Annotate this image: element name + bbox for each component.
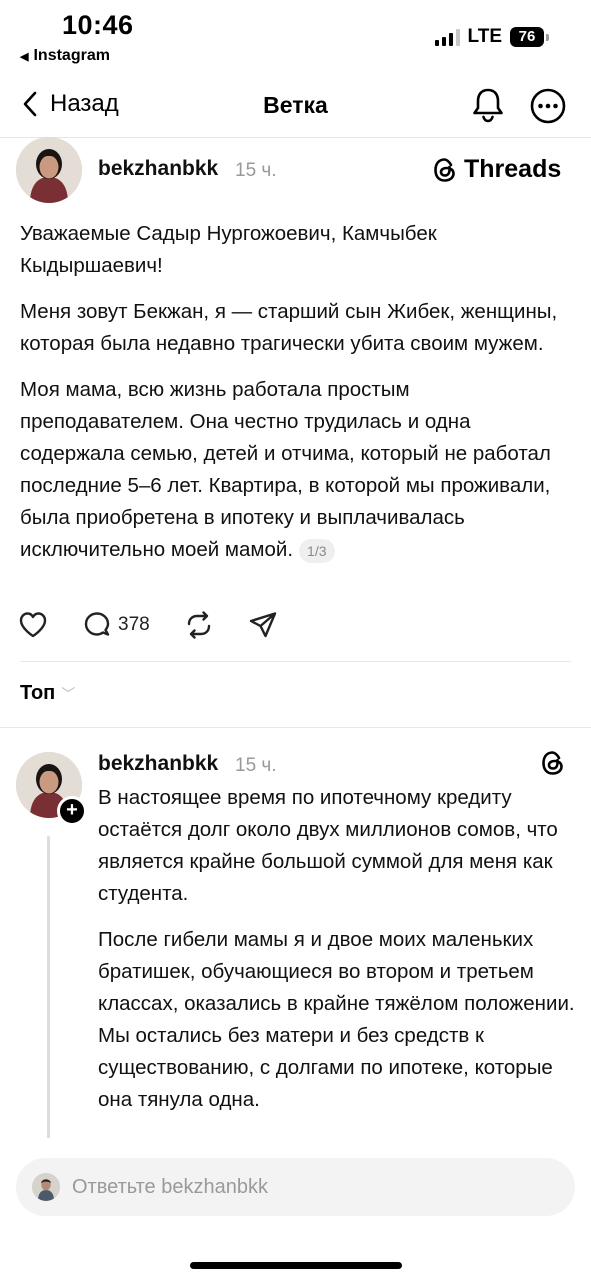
section-divider (0, 727, 591, 728)
reply-time: 15 ч. (235, 755, 277, 776)
threads-link[interactable]: Threads (432, 155, 561, 184)
status-indicators: LTE 76 (434, 26, 549, 48)
home-indicator[interactable] (190, 1262, 402, 1269)
thread-line (47, 836, 50, 1146)
post-divider (20, 661, 571, 662)
chevron-left-icon (23, 91, 37, 117)
post-paragraph: Моя мама, всю жизнь работала простым пре… (20, 378, 551, 563)
threads-label: Threads (464, 155, 562, 183)
post-paragraph: Меня зовут Бекжан, я — старший сын Жибек… (20, 300, 558, 355)
avatar[interactable] (16, 137, 82, 203)
current-user-avatar (32, 1173, 60, 1201)
follow-plus-button[interactable]: + (57, 796, 87, 826)
network-type: LTE (467, 26, 502, 47)
chevron-down-icon: ﹀ (61, 685, 76, 702)
post-username[interactable]: bekzhanbkk (98, 157, 218, 181)
share-icon[interactable] (248, 610, 278, 640)
reply-username[interactable]: bekzhanbkk (98, 752, 218, 776)
post-actions: 378 (18, 610, 278, 640)
avatar-photo (16, 137, 82, 203)
reply-placeholder: Ответьте bekzhanbkk (72, 1175, 268, 1198)
reply-count: 378 (118, 614, 150, 635)
page-badge: 1/3 (299, 538, 335, 563)
reply-body: В настоящее время по ипотечному кредиту … (98, 782, 576, 1130)
back-to-app-link[interactable]: ◀ Instagram (20, 47, 110, 65)
battery-level: 76 (510, 27, 544, 47)
heart-icon[interactable] (18, 610, 48, 640)
nav-header: Назад Ветка (0, 78, 591, 138)
threads-icon (434, 157, 455, 182)
cellular-signal-icon (434, 28, 460, 46)
reply-button[interactable]: 378 (82, 610, 150, 640)
post-body: Уважаемые Садыр Нургожоевич, Камчыбек Кы… (20, 218, 568, 580)
more-options-icon[interactable] (530, 88, 566, 124)
reply-input[interactable]: Ответьте bekzhanbkk (16, 1158, 575, 1216)
back-triangle-icon: ◀ (20, 50, 29, 63)
sort-label: Топ (20, 682, 56, 704)
back-app-label: Instagram (33, 47, 110, 64)
repost-icon[interactable] (184, 610, 214, 640)
threads-icon[interactable] (540, 749, 566, 777)
post-paragraph: Уважаемые Садыр Нургожоевич, Камчыбек Кы… (20, 222, 437, 277)
comment-icon (84, 612, 110, 636)
reply-paragraph: После гибели мамы я и двое моих маленьки… (98, 928, 575, 1111)
sort-dropdown[interactable]: Топ ﹀ (20, 682, 75, 705)
reply-paragraph: В настоящее время по ипотечному кредиту … (98, 786, 558, 905)
post-time: 15 ч. (235, 160, 277, 181)
bell-icon[interactable] (471, 86, 505, 124)
status-time: 10:46 (62, 10, 134, 40)
battery-icon: 76 (510, 27, 549, 47)
back-button[interactable]: Назад (22, 90, 119, 118)
back-label: Назад (50, 90, 119, 117)
